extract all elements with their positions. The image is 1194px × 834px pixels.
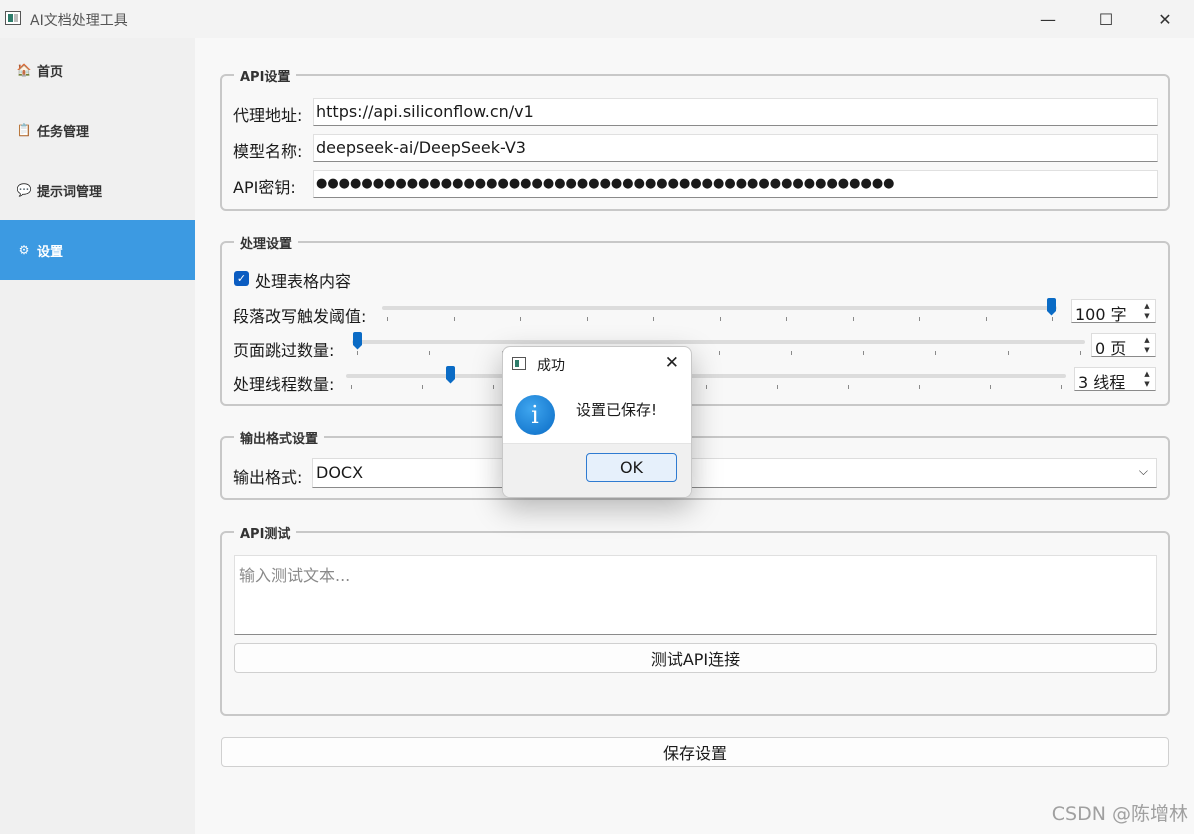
api-test-group: API测试 输入测试文本... 测试API连接 — [220, 523, 1170, 716]
test-text-input[interactable]: 输入测试文本... — [234, 555, 1157, 635]
sidebar-item-label: 提示词管理 — [37, 184, 103, 200]
spin-arrows-icon[interactable]: ▲ ▼ — [1141, 369, 1153, 389]
group-title: 输出格式设置 — [234, 428, 325, 447]
sidebar-item-home[interactable]: 🏠 首页 — [0, 40, 195, 100]
api-key-input[interactable]: ●●●●●●●●●●●●●●●●●●●●●●●●●●●●●●●●●●●●●●●●… — [313, 170, 1158, 198]
threshold-value: 100 字 — [1075, 305, 1127, 324]
close-button[interactable]: ✕ — [1136, 0, 1194, 38]
gear-icon: ⚙ — [18, 243, 30, 257]
sidebar-item-settings[interactable]: ⚙ 设置 — [0, 220, 195, 280]
slider-tick — [1007, 351, 1009, 355]
sidebar: 🏠 首页 📋 任务管理 💬 提示词管理 ⚙ 设置 — [0, 38, 195, 834]
slider-tick — [863, 351, 865, 355]
ok-button[interactable]: OK — [586, 453, 677, 482]
proxy-url-input[interactable]: https://api.siliconflow.cn/v1 — [313, 98, 1158, 126]
save-settings-button[interactable]: 保存设置 — [221, 737, 1169, 767]
slider-tick — [919, 317, 920, 321]
skip-pages-value: 0 页 — [1095, 339, 1127, 358]
sidebar-item-label: 任务管理 — [37, 124, 90, 140]
table-content-checkbox[interactable]: ✓ — [234, 271, 249, 286]
slider-track[interactable] — [382, 306, 1057, 310]
slider-tick — [493, 385, 494, 389]
slider-thumb[interactable] — [1046, 298, 1057, 316]
slider-tick — [790, 351, 792, 355]
slider-tick — [852, 317, 854, 321]
api-settings-group: API设置 代理地址: https://api.siliconflow.cn/v… — [220, 66, 1170, 211]
slider-tick — [718, 351, 720, 355]
skip-pages-label: 页面跳过数量: — [233, 341, 335, 360]
slider-tick — [777, 385, 778, 389]
slider-tick — [429, 351, 431, 355]
slider-tick — [586, 317, 588, 321]
slider-track[interactable] — [352, 340, 1085, 344]
output-format-group: 输出格式设置 输出格式: DOCX ⌵ — [220, 428, 1170, 500]
slider-tick — [453, 317, 455, 321]
slider-tick — [706, 385, 707, 389]
slider-tick — [387, 317, 388, 321]
sidebar-item-tasks[interactable]: 📋 任务管理 — [0, 100, 195, 160]
threads-value: 3 线程 — [1078, 373, 1126, 392]
group-title: API设置 — [234, 66, 297, 85]
slider-tick — [1080, 351, 1081, 355]
threshold-label: 段落改写触发阈值: — [233, 307, 367, 326]
slider-tick — [1061, 385, 1062, 389]
slider-tick — [935, 351, 937, 355]
info-icon: i — [515, 395, 555, 435]
test-api-connection-button[interactable]: 测试API连接 — [234, 643, 1157, 673]
group-title: 处理设置 — [234, 233, 299, 252]
slider-tick — [985, 317, 987, 321]
processing-settings-group: 处理设置 ✓ 处理表格内容 段落改写触发阈值: 100 字 ▲ ▼ 页面跳过数量:… — [220, 233, 1170, 406]
success-dialog: 成功 ✕ i 设置已保存! OK — [502, 346, 692, 498]
slider-tick — [990, 385, 991, 389]
title-bar[interactable]: AI文档处理工具 — ☐ ✕ — [0, 0, 1194, 38]
threads-spinbox[interactable]: 3 线程 ▲ ▼ — [1074, 367, 1156, 392]
clipboard-icon: 📋 — [16, 123, 32, 137]
spin-arrows-icon[interactable]: ▲ ▼ — [1141, 335, 1153, 355]
output-format-value: DOCX — [316, 463, 364, 482]
slider-tick — [422, 385, 423, 389]
slider-tick — [520, 317, 521, 321]
slider-tick — [653, 317, 654, 321]
slider-tick — [357, 351, 358, 355]
app-icon — [512, 357, 526, 370]
threads-label: 处理线程数量: — [233, 375, 335, 394]
table-content-label: 处理表格内容 — [255, 272, 352, 291]
slider-tick — [848, 385, 849, 389]
slider-tick — [919, 385, 920, 389]
slider-tick — [786, 317, 787, 321]
model-name-input[interactable]: deepseek-ai/DeepSeek-V3 — [313, 134, 1158, 162]
minimize-button[interactable]: — — [1019, 0, 1077, 38]
group-title: API测试 — [234, 523, 297, 542]
app-icon — [5, 11, 21, 25]
settings-page: API设置 代理地址: https://api.siliconflow.cn/v… — [195, 38, 1194, 834]
home-icon: 🏠 — [16, 63, 32, 77]
skip-pages-spinbox[interactable]: 0 页 ▲ ▼ — [1091, 333, 1156, 358]
sidebar-item-label: 设置 — [37, 244, 64, 260]
maximize-button[interactable]: ☐ — [1077, 0, 1135, 38]
slider-thumb[interactable] — [445, 366, 456, 384]
slider-tick — [351, 385, 352, 389]
proxy-label: 代理地址: — [233, 106, 303, 125]
dialog-footer: OK — [503, 443, 691, 497]
sidebar-item-prompts[interactable]: 💬 提示词管理 — [0, 160, 195, 220]
dialog-message: 设置已保存! — [576, 401, 658, 419]
output-format-select[interactable]: DOCX ⌵ — [312, 458, 1157, 488]
watermark: CSDN @陈增林 — [1051, 803, 1188, 825]
threshold-spinbox[interactable]: 100 字 ▲ ▼ — [1071, 299, 1156, 324]
dialog-title: 成功 — [537, 358, 565, 374]
window-title: AI文档处理工具 — [30, 13, 128, 29]
sidebar-item-label: 首页 — [37, 64, 64, 80]
spin-arrows-icon[interactable]: ▲ ▼ — [1141, 301, 1153, 321]
slider-tick — [1052, 317, 1053, 321]
model-label: 模型名称: — [233, 142, 303, 161]
slider-thumb[interactable] — [352, 332, 363, 350]
slider-tick — [719, 317, 721, 321]
api-key-label: API密钥: — [233, 178, 296, 197]
dialog-close-button[interactable]: ✕ — [665, 353, 679, 373]
speech-bubble-icon: 💬 — [16, 183, 32, 197]
output-format-label: 输出格式: — [233, 468, 303, 487]
chevron-down-icon: ⌵ — [1138, 464, 1148, 478]
